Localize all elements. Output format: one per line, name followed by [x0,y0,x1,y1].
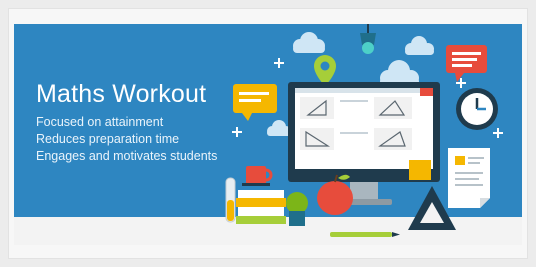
clock-icon [456,88,498,130]
coffee-mug-icon [242,166,273,186]
test-tube-icon [225,177,236,223]
cloud-icon [267,120,291,136]
illustration [225,24,503,237]
sticky-note [409,160,431,180]
speech-bubble-icon [233,84,277,121]
books-icon [236,190,286,224]
sparkle-icon [274,58,284,68]
desktop-monitor [288,82,440,205]
chat-bubble-icon [446,45,487,82]
potted-plant-icon [286,192,308,226]
map-pin-icon [314,55,336,86]
document-icon [448,148,490,208]
sparkle-icon [493,128,503,138]
cloud-icon [293,32,325,53]
pencil-icon [330,232,400,237]
cloud-icon [405,36,434,55]
lightbulb-icon [360,24,376,54]
sparkle-icon [232,127,242,137]
